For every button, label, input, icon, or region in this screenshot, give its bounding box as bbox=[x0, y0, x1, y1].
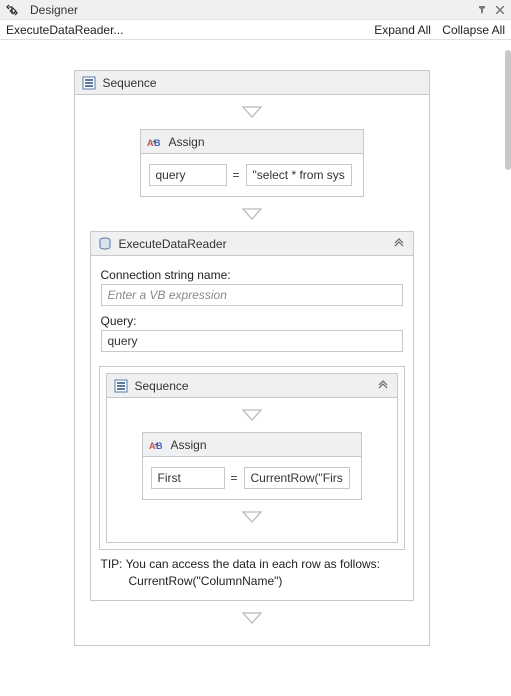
tip-line1: TIP: You can access the data in each row… bbox=[101, 557, 381, 571]
assign-title: Assign bbox=[169, 135, 357, 149]
close-button[interactable] bbox=[493, 3, 507, 17]
inner-assign-header[interactable]: AB+ Assign bbox=[143, 433, 361, 457]
inner-sequence-header[interactable]: Sequence bbox=[107, 374, 397, 398]
inner-sequence-title: Sequence bbox=[135, 379, 375, 393]
sequence-title: Sequence bbox=[103, 76, 423, 90]
drop-indicator[interactable] bbox=[75, 611, 429, 625]
database-icon bbox=[97, 236, 113, 252]
assign-to-input[interactable] bbox=[149, 164, 227, 186]
collapse-icon[interactable] bbox=[375, 378, 391, 394]
equals-label: = bbox=[231, 471, 238, 485]
drop-indicator[interactable] bbox=[75, 105, 429, 119]
scrollbar-thumb[interactable] bbox=[505, 50, 511, 170]
assign-icon: AB+ bbox=[149, 437, 165, 453]
pin-button[interactable] bbox=[475, 3, 489, 17]
sequence-icon bbox=[113, 378, 129, 394]
query-label: Query: bbox=[101, 314, 403, 328]
designer-panel: Designer ExecuteDataReader... Expand All… bbox=[0, 0, 511, 696]
expand-all-link[interactable]: Expand All bbox=[374, 23, 431, 37]
titlebar: Designer bbox=[0, 0, 511, 20]
vertical-scrollbar[interactable] bbox=[503, 40, 511, 696]
assign-value-input[interactable] bbox=[246, 164, 352, 186]
design-canvas-wrap: Sequence AB+ Assign = bbox=[0, 40, 511, 696]
drop-indicator[interactable] bbox=[107, 408, 397, 422]
collapse-icon[interactable] bbox=[391, 236, 407, 252]
equals-label: = bbox=[233, 168, 240, 182]
inner-assign-to-input[interactable] bbox=[151, 467, 225, 489]
executedatareader-activity[interactable]: ExecuteDataReader Connection string name… bbox=[90, 231, 414, 601]
inner-assign-activity[interactable]: AB+ Assign = bbox=[142, 432, 362, 500]
breadcrumb[interactable]: ExecuteDataReader... bbox=[6, 23, 366, 37]
design-canvas[interactable]: Sequence AB+ Assign = bbox=[0, 40, 503, 696]
collapse-all-link[interactable]: Collapse All bbox=[442, 23, 505, 37]
body-container: Sequence AB+ bbox=[99, 366, 405, 550]
tip-text: TIP: You can access the data in each row… bbox=[101, 556, 403, 590]
executedatareader-body: Connection string name: Query: bbox=[91, 256, 413, 356]
svg-text:+: + bbox=[152, 139, 156, 146]
assign-activity[interactable]: AB+ Assign = bbox=[140, 129, 364, 197]
inner-assign-title: Assign bbox=[171, 438, 355, 452]
connection-label: Connection string name: bbox=[101, 268, 403, 282]
drop-indicator[interactable] bbox=[75, 207, 429, 221]
inner-assign-body: = bbox=[143, 457, 361, 499]
assign-icon: AB+ bbox=[147, 134, 163, 150]
inner-assign-value-input[interactable] bbox=[244, 467, 350, 489]
query-input[interactable] bbox=[101, 330, 403, 352]
executedatareader-header[interactable]: ExecuteDataReader bbox=[91, 232, 413, 256]
sequence-activity[interactable]: Sequence AB+ Assign = bbox=[74, 70, 430, 646]
executedatareader-title: ExecuteDataReader bbox=[119, 237, 391, 251]
sequence-icon bbox=[81, 75, 97, 91]
panel-title: Designer bbox=[30, 3, 471, 17]
sequence-header[interactable]: Sequence bbox=[75, 71, 429, 95]
assign-header[interactable]: AB+ Assign bbox=[141, 130, 363, 154]
svg-text:+: + bbox=[154, 442, 158, 449]
inner-sequence-activity[interactable]: Sequence AB+ bbox=[106, 373, 398, 543]
connection-input[interactable] bbox=[101, 284, 403, 306]
assign-body: = bbox=[141, 154, 363, 196]
breadcrumb-toolbar: ExecuteDataReader... Expand All Collapse… bbox=[0, 20, 511, 40]
designer-icon bbox=[4, 2, 20, 18]
tip-line2: CurrentRow("ColumnName") bbox=[129, 573, 403, 590]
drop-indicator[interactable] bbox=[107, 510, 397, 524]
